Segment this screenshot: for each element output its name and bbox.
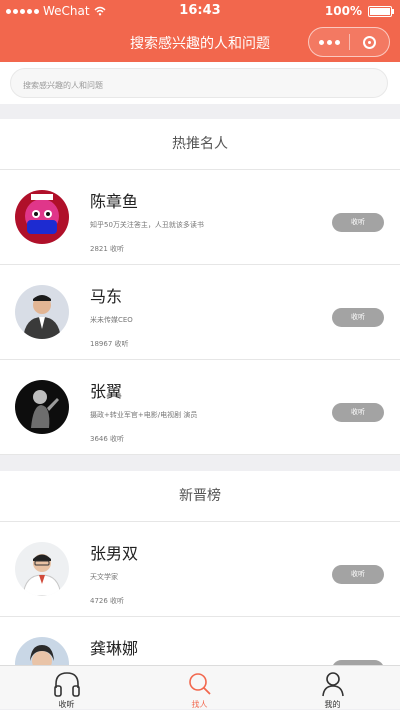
person-name: 张翼 [90, 382, 123, 401]
user-icon [321, 672, 344, 697]
person-name: 张男双 [90, 544, 139, 563]
person-name: 陈章鱼 [90, 192, 139, 211]
battery-group: 100% [324, 4, 394, 18]
listen-count: 4726 收听 [90, 597, 125, 605]
person-name: 马东 [90, 287, 123, 306]
person-desc: 米未传媒CEO [90, 316, 133, 324]
section-title: 新晋榜 [0, 471, 400, 522]
tab-label: 我的 [324, 700, 341, 709]
list-item[interactable]: 龚琳娜 收听 [0, 617, 400, 665]
follow-button[interactable]: 收听 [332, 308, 384, 327]
search-input[interactable]: 搜索感兴趣的人和问题 [10, 68, 388, 98]
headphones-icon [53, 672, 80, 697]
person-desc: 天文学家 [90, 573, 118, 581]
status-bar: WeChat 16:43 100% [0, 0, 400, 22]
follow-button[interactable]: 收听 [332, 565, 384, 584]
list-item[interactable]: 马东 米未传媒CEO 18967 收听 收听 [0, 265, 400, 360]
listen-count: 3646 收听 [90, 435, 125, 443]
section-hot: 热推名人 陈章鱼 知乎50万关注答主，人丑就该多读书 2821 收听 收听 马东… [0, 119, 400, 455]
close-icon [363, 35, 376, 49]
list-item[interactable]: 陈章鱼 知乎50万关注答主，人丑就该多读书 2821 收听 收听 [0, 170, 400, 265]
more-icon[interactable] [309, 39, 349, 45]
tab-label: 收听 [58, 700, 75, 709]
listen-count: 2821 收听 [90, 245, 125, 253]
person-desc: 知乎50万关注答主，人丑就该多读书 [90, 221, 204, 229]
avatar [15, 380, 69, 434]
nav-bar: 搜索感兴趣的人和问题 [0, 22, 400, 62]
list-item[interactable]: 张男双 天文学家 4726 收听 收听 [0, 522, 400, 617]
avatar [15, 542, 69, 596]
follow-button[interactable]: 收听 [332, 403, 384, 422]
search-bar: 搜索感兴趣的人和问题 [0, 62, 400, 104]
tab-listen[interactable]: 收听 [0, 666, 133, 709]
person-name: 龚琳娜 [90, 639, 139, 658]
tab-label: 找人 [191, 700, 208, 709]
avatar [15, 285, 69, 339]
mini-program-capsule [308, 27, 390, 57]
battery-percent: 100% [324, 4, 362, 18]
avatar [15, 190, 69, 244]
close-button[interactable] [350, 35, 389, 49]
tab-mine[interactable]: 我的 [266, 666, 399, 709]
listen-count: 18967 收听 [90, 340, 129, 348]
avatar [15, 637, 69, 665]
section-new: 新晋榜 张男双 天文学家 4726 收听 收听 龚琳娜 [0, 471, 400, 665]
section-title: 热推名人 [0, 119, 400, 170]
follow-button[interactable]: 收听 [332, 213, 384, 232]
list-item[interactable]: 张翼 摄政+转业军官+电影/电视剧 演员 3646 收听 收听 [0, 360, 400, 455]
tab-bar: 收听 找人 我的 [0, 665, 400, 709]
person-desc: 摄政+转业军官+电影/电视剧 演员 [90, 411, 198, 419]
search-icon [188, 673, 211, 695]
battery-icon [368, 5, 394, 17]
tab-find[interactable]: 找人 [133, 666, 266, 709]
